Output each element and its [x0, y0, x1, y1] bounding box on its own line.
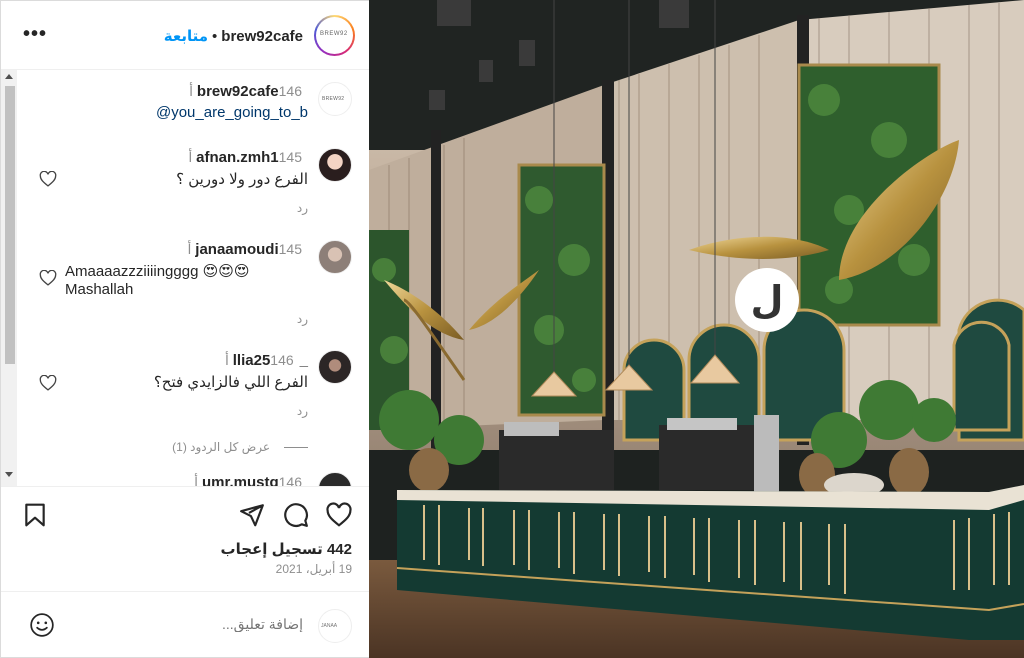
comment-username[interactable]: umr.mustq	[202, 474, 279, 486]
comment-header: _llia25146 أ	[225, 352, 308, 369]
comment-text: الفرع دور ولا دورين ؟	[176, 171, 308, 188]
comment-username[interactable]: janaamoudi	[195, 241, 278, 258]
list-item: janaamoudi145 أ Amaaaazzziiiingggg 😍😍😍 M…	[17, 236, 369, 336]
like-comment-heart-icon[interactable]	[39, 171, 57, 187]
reply-button[interactable]: رد	[297, 201, 308, 215]
like-comment-heart-icon[interactable]	[39, 270, 57, 286]
divider-line	[284, 447, 308, 449]
header-avatar[interactable]: BREW92	[314, 15, 355, 56]
avatar[interactable]	[318, 350, 352, 384]
comment-text: @you_are_going_to_b	[156, 104, 308, 121]
cafe-interior-image: ل	[369, 0, 1024, 658]
avatar-logo-text: JANAA	[321, 623, 338, 629]
follow-button[interactable]: متابعة	[164, 28, 208, 45]
avatar-logo-text: BREW92	[322, 96, 345, 102]
comments-scrollbar[interactable]	[1, 70, 17, 486]
comment-input[interactable]	[123, 616, 303, 632]
comment-username[interactable]: brew92cafe	[197, 83, 279, 100]
comment-text-line2: Mashallah	[65, 281, 134, 298]
avatar-logo-text: BREW92	[320, 31, 348, 37]
likes-count[interactable]: 442 تسجيل إعجاب	[221, 540, 353, 558]
reply-button[interactable]: رد	[297, 312, 308, 326]
scroll-down-arrow-icon[interactable]	[5, 472, 13, 477]
scrollbar-thumb[interactable]	[5, 86, 15, 364]
header-separator: •	[212, 28, 218, 45]
comment-header: brew92cafe146 أ	[189, 83, 308, 100]
reply-button[interactable]: رد	[297, 404, 308, 418]
emoji-icon[interactable]	[29, 612, 55, 638]
post-header: ••• brew92cafe•متابعة BREW92	[1, 1, 369, 70]
header-username[interactable]: brew92cafe	[221, 28, 303, 45]
avatar[interactable]	[318, 148, 352, 182]
post-date: 19 أبريل، 2021	[275, 562, 352, 576]
list-item: afnan.zmh1145 أ الفرع دور ولا دورين ؟ رد	[17, 142, 369, 222]
like-comment-heart-icon[interactable]	[39, 375, 57, 391]
header-text: brew92cafe•متابعة	[164, 27, 303, 45]
comment-text-line1: Amaaaazzziiiingggg 😍😍😍	[65, 263, 250, 280]
comment-text: الفرع اللي فالزايدي فتح؟	[153, 374, 308, 391]
comment-header: umr.mustq146 أ	[194, 474, 308, 486]
post-side-panel: ••• brew92cafe•متابعة BREW92 BREW92 brew…	[0, 0, 369, 658]
list-item: _llia25146 أ الفرع اللي فالزايدي فتح؟ رد	[17, 346, 369, 426]
post-photo[interactable]: ل	[369, 0, 1024, 658]
comment-icon[interactable]	[283, 502, 309, 528]
post-actions: 442 تسجيل إعجاب 19 أبريل، 2021	[1, 486, 369, 591]
avatar[interactable]: BREW92	[318, 82, 352, 116]
share-icon[interactable]	[239, 502, 265, 528]
avatar[interactable]	[318, 240, 352, 274]
view-replies-label: عرض كل الردود (1)	[172, 440, 270, 454]
view-replies-button[interactable]: عرض كل الردود (1)	[172, 440, 308, 454]
avatar[interactable]	[318, 472, 352, 486]
add-comment-bar: JANAA	[1, 591, 369, 658]
comment-username[interactable]: afnan.zmh1	[196, 149, 279, 166]
comments-list[interactable]: BREW92 brew92cafe146 أ @you_are_going_to…	[1, 70, 369, 486]
like-heart-icon[interactable]	[326, 502, 352, 528]
more-options-button[interactable]: •••	[23, 23, 47, 46]
comment-header: afnan.zmh1145 أ	[188, 149, 308, 166]
save-bookmark-icon[interactable]	[22, 502, 48, 528]
scroll-up-arrow-icon[interactable]	[5, 74, 13, 79]
signage-glyph: ل	[751, 278, 784, 322]
list-item: BREW92 brew92cafe146 أ @you_are_going_to…	[17, 70, 369, 134]
list-item: umr.mustq146 أ	[17, 468, 369, 486]
comment-header: janaamoudi145 أ	[188, 241, 309, 258]
current-user-avatar[interactable]: JANAA	[318, 609, 352, 643]
mention-link[interactable]: @you_are_going_to_b	[156, 104, 308, 121]
